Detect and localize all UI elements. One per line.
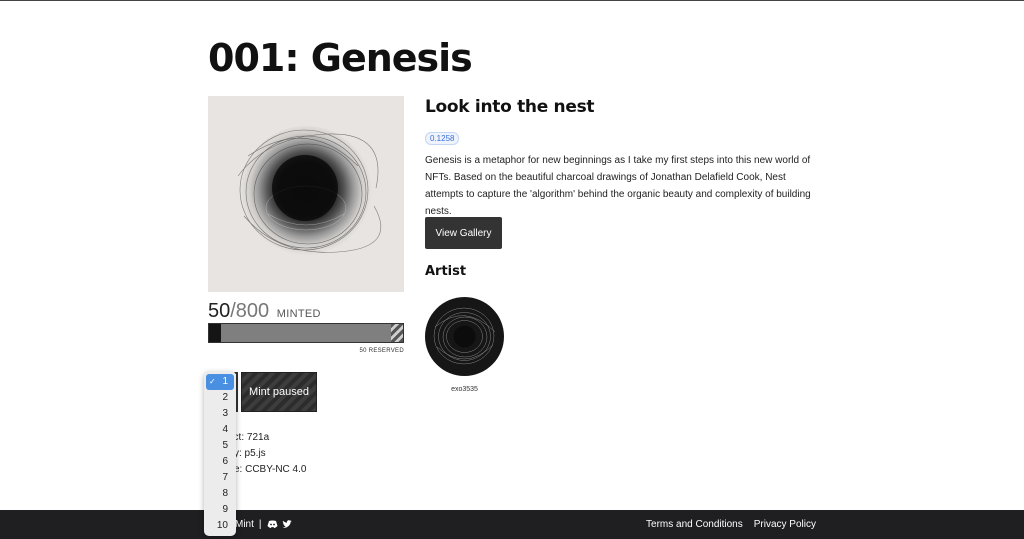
quantity-option[interactable]: 6 — [204, 454, 236, 470]
minted-counter: 50/800 MINTED — [208, 300, 321, 323]
check-icon: ✓ — [209, 377, 216, 386]
artist-heading: Artist — [425, 264, 467, 279]
artist-name[interactable]: exo3535 — [425, 386, 504, 393]
mint-button[interactable]: Mint paused — [241, 372, 317, 412]
quantity-option[interactable]: 10 — [204, 518, 236, 534]
artwork-image — [208, 96, 404, 292]
hash-badge: 0.1258 — [425, 132, 460, 145]
progress-reserved — [390, 324, 403, 342]
artist-avatar[interactable] — [425, 297, 504, 376]
quantity-option[interactable]: 7 — [204, 470, 236, 486]
quantity-option[interactable]: 5 — [204, 438, 236, 454]
reserved-label: 50 RESERVED — [359, 348, 404, 354]
footer: is Mint | Terms and Conditions Privacy P… — [0, 510, 1024, 539]
section-heading: Look into the nest — [425, 97, 595, 117]
mint-progress-bar — [208, 323, 404, 343]
quantity-dropdown[interactable]: ✓ 1 2 3 4 5 6 7 8 9 10 — [204, 371, 236, 536]
artist-avatar-art — [433, 307, 496, 365]
page-title: 001: Genesis — [208, 36, 473, 80]
quantity-option[interactable]: 4 — [204, 422, 236, 438]
quantity-option[interactable]: 2 — [204, 390, 236, 406]
footer-links: Terms and Conditions Privacy Policy — [646, 519, 816, 530]
minted-number: 50 — [208, 300, 231, 322]
view-gallery-button[interactable]: View Gallery — [425, 217, 502, 249]
quantity-option[interactable]: 9 — [204, 502, 236, 518]
total-supply: /800 — [230, 300, 270, 322]
discord-icon[interactable] — [267, 520, 278, 529]
top-border — [0, 0, 1024, 1]
terms-link[interactable]: Terms and Conditions — [646, 519, 743, 530]
description-text: Genesis is a metaphor for new beginnings… — [425, 155, 811, 217]
twitter-icon[interactable] — [282, 520, 292, 529]
quantity-option[interactable]: 3 — [204, 406, 236, 422]
progress-fill — [209, 324, 222, 342]
minted-word: MINTED — [276, 308, 321, 320]
privacy-link[interactable]: Privacy Policy — [754, 519, 816, 530]
quantity-option[interactable]: 8 — [204, 486, 236, 502]
quantity-option[interactable]: ✓ 1 — [206, 374, 234, 390]
nest-artwork — [237, 126, 382, 258]
footer-separator: | — [258, 519, 262, 530]
